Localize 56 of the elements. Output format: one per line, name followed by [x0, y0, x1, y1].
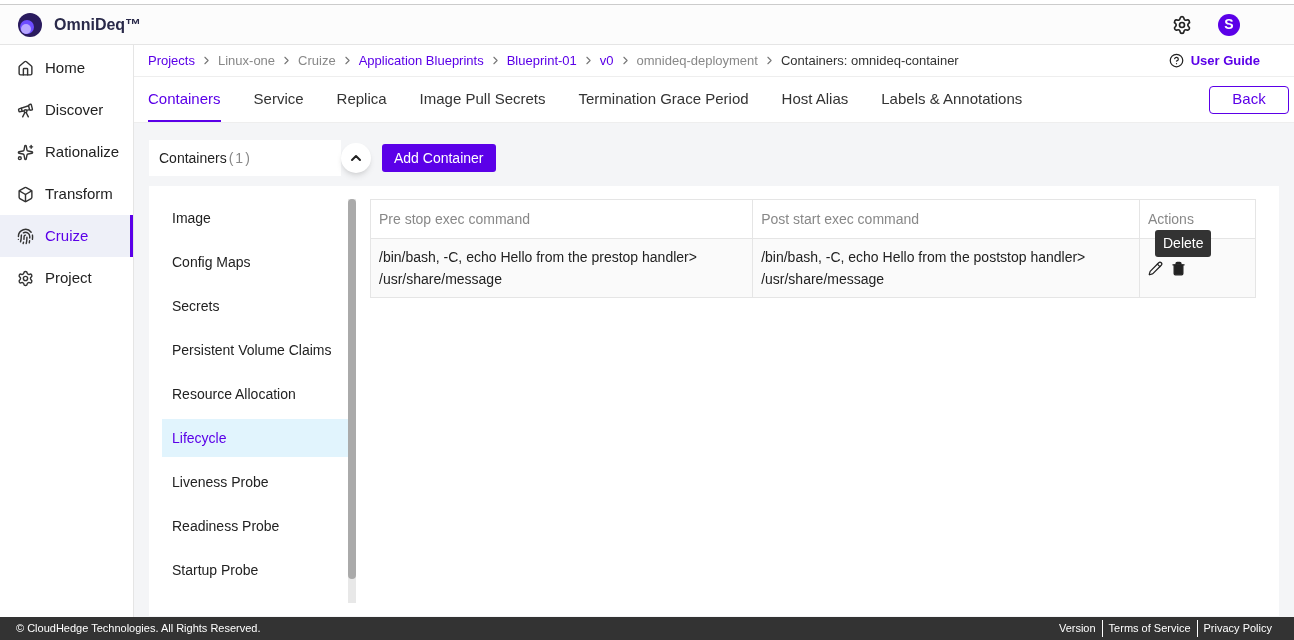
column-header: Post start exec command	[752, 199, 1140, 239]
tab[interactable]: Image Pull Secrets	[419, 77, 546, 122]
section-item[interactable]: Lifecycle	[162, 419, 348, 457]
breadcrumb-link[interactable]: Linux-one	[217, 50, 276, 71]
footer-link[interactable]: Terms of Service	[1101, 620, 1197, 637]
sidebar-item[interactable]: Discover	[0, 89, 133, 131]
help-icon	[1168, 53, 1184, 68]
section-item[interactable]: Image	[162, 199, 348, 237]
sidebar-item[interactable]: Home	[0, 47, 133, 89]
app-name: OmniDeq™	[54, 14, 142, 35]
user-avatar[interactable]: S	[1218, 13, 1240, 36]
containers-dropdown[interactable]: Containers(1)	[149, 140, 341, 176]
back-button[interactable]: Back	[1209, 85, 1289, 114]
table-cell: /bin/bash, -C, echo Hello from the poststop handler> /usr/share/message	[752, 238, 1140, 298]
footer-link[interactable]: Version	[1052, 620, 1102, 637]
footer-link[interactable]: Privacy Policy	[1196, 620, 1278, 637]
scrollbar[interactable]	[348, 199, 356, 603]
telescope-icon	[17, 101, 34, 119]
section-item[interactable]: Resource Allocation	[162, 375, 348, 413]
tab[interactable]: Labels & Annotations	[881, 77, 1023, 122]
sparkles-icon	[17, 143, 34, 161]
user-guide-link[interactable]: User Guide	[1190, 50, 1260, 71]
breadcrumb-link[interactable]: Application Blueprints	[358, 50, 484, 71]
tooltip: Delete	[1155, 230, 1212, 257]
home-icon	[17, 59, 34, 77]
section-item[interactable]: Secrets	[162, 287, 348, 325]
breadcrumb-link[interactable]: Cruize	[298, 50, 336, 71]
sidebar-item[interactable]: Rationalize	[0, 131, 133, 173]
section-item[interactable]: Startup Probe	[162, 551, 348, 589]
cube-icon	[17, 185, 34, 203]
edit-icon[interactable]	[1148, 260, 1163, 276]
column-header: Pre stop exec command	[370, 199, 753, 239]
gear-icon	[17, 269, 34, 287]
tab[interactable]: Termination Grace Period	[578, 77, 749, 122]
breadcrumb-link[interactable]: omnideq-deployment	[636, 50, 758, 71]
logo-icon	[18, 12, 42, 37]
section-item[interactable]: Readiness Probe	[162, 507, 348, 545]
breadcrumb-link[interactable]: Projects	[148, 50, 195, 71]
collapse-button[interactable]	[341, 143, 371, 173]
settings-icon[interactable]	[1172, 14, 1192, 35]
sidebar-item[interactable]: Transform	[0, 173, 133, 215]
tab[interactable]: Host Alias	[781, 77, 849, 122]
sidebar-item[interactable]: Project	[0, 257, 133, 299]
section-item[interactable]: Config Maps	[162, 243, 348, 281]
tab[interactable]: Service	[253, 77, 304, 122]
fingerprint-icon	[17, 227, 34, 245]
add-container-button[interactable]: Add Container	[382, 144, 496, 172]
table-cell: /bin/bash, -C, echo Hello from the prestop handler> /usr/share/message	[370, 238, 753, 298]
section-item[interactable]: Persistent Volume Claims	[162, 331, 348, 369]
delete-icon[interactable]	[1171, 260, 1186, 276]
sidebar-item[interactable]: Cruize	[0, 215, 133, 257]
breadcrumb-link[interactable]: v0	[599, 50, 614, 71]
tab[interactable]: Replica	[336, 77, 387, 122]
copyright-text: © CloudHedge Technologies. All Rights Reserved.	[16, 621, 261, 637]
breadcrumb-link[interactable]: Blueprint-01	[506, 50, 577, 71]
section-item[interactable]: Liveness Probe	[162, 463, 348, 501]
